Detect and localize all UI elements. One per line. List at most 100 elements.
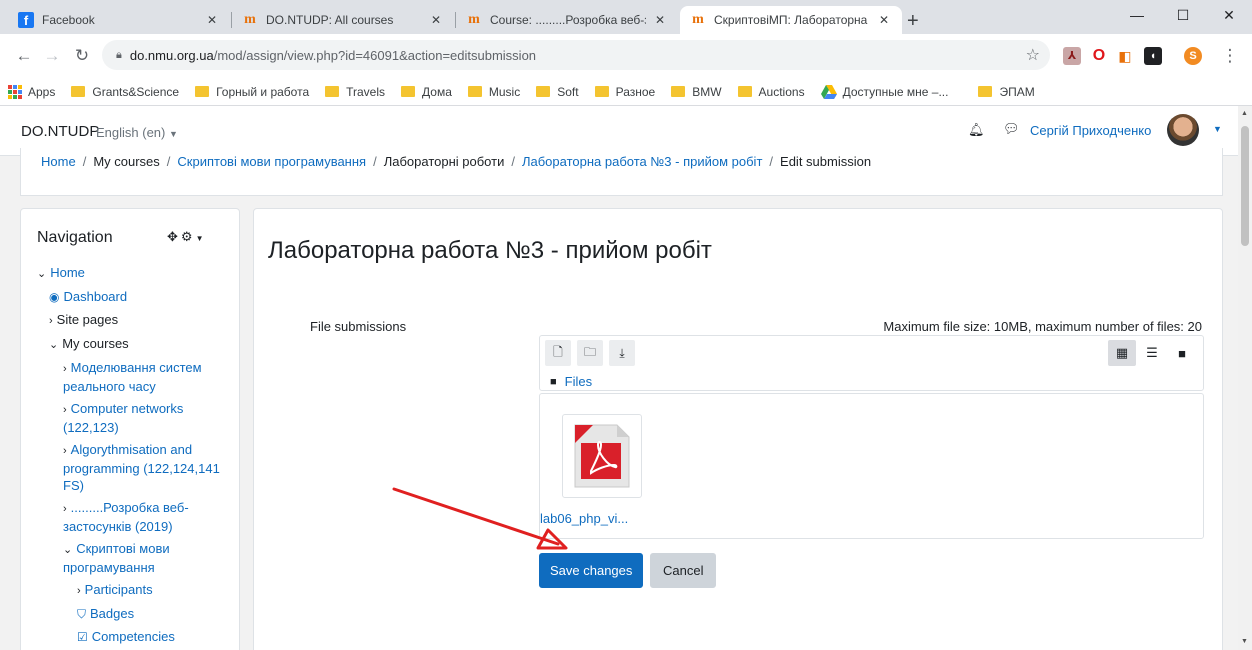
filemanager-toolbar: 🗋︎ 🗀︎ ⤓ ▦ ☰ ■ ■ Files	[539, 335, 1204, 391]
close-icon[interactable]: ✕	[652, 13, 668, 27]
scroll-down-icon[interactable]: ▼	[1241, 638, 1248, 645]
chat-icon[interactable]: 💬︎	[1003, 121, 1020, 137]
move-icon[interactable]: ✥	[167, 229, 181, 244]
facebook-icon: f	[18, 12, 34, 28]
nav-item-participants[interactable]: › Participants	[37, 581, 237, 600]
path-files-link[interactable]: Files	[565, 374, 592, 389]
url-path: /mod/assign/view.php?id=46091&action=edi…	[213, 47, 537, 63]
address-bar[interactable]: 🔒︎ do.nmu.org.ua/mod/assign/view.php?id=…	[102, 40, 1050, 70]
view-icons-icon[interactable]: ▦	[1108, 340, 1136, 366]
chevron-right-icon: ›	[63, 503, 67, 515]
tab-strip: f Facebook ✕ m DO.NTUDP: All courses ✕ m…	[0, 0, 1252, 34]
file-thumbnail[interactable]	[562, 414, 642, 498]
bookmark-label: Grants&Science	[92, 84, 180, 99]
bookmark-folder[interactable]: Разное	[594, 84, 656, 99]
block-controls[interactable]: ✥⚙▼	[167, 229, 206, 245]
page-scrollbar[interactable]: ▲ ▼	[1238, 106, 1252, 650]
bookmark-folder[interactable]: Travels	[325, 85, 385, 99]
bookmark-label: Доступные мне –...	[842, 84, 949, 99]
folder-icon	[71, 86, 86, 97]
gear-icon[interactable]: ⚙	[181, 229, 196, 244]
site-brand[interactable]: DO.NTUDP	[21, 123, 99, 140]
cancel-button[interactable]: Cancel	[650, 553, 717, 588]
bookmark-label: Разное	[615, 84, 656, 99]
chevron-down-icon[interactable]: ▼	[1213, 124, 1222, 134]
profile-icon[interactable]: S	[1184, 47, 1202, 65]
download-icon[interactable]: ⤓	[609, 340, 635, 366]
breadcrumb-course[interactable]: Скриптові мови програмування	[177, 154, 366, 169]
bookmark-label: Apps	[28, 84, 56, 99]
language-menu[interactable]: English (en) ▼	[96, 125, 178, 140]
bookmark-folder[interactable]: Дома	[401, 85, 452, 99]
view-list-icon[interactable]: ☰	[1138, 340, 1166, 366]
menu-icon[interactable]: ⋮	[1220, 46, 1240, 66]
create-folder-icon[interactable]: 🗀︎	[577, 340, 603, 366]
nav-item-my-courses[interactable]: ⌄ My courses	[37, 335, 237, 354]
star-icon[interactable]: ☆	[1026, 45, 1040, 65]
bookmark-label: ЭПАМ	[999, 84, 1035, 99]
bookmark-folder[interactable]: BMW	[671, 85, 722, 99]
nav-item-site-pages[interactable]: › Site pages	[37, 311, 237, 330]
bookmark-folder[interactable]: Soft	[536, 85, 579, 99]
close-icon[interactable]: ✕	[428, 13, 444, 27]
add-file-icon[interactable]: 🗋︎	[545, 340, 571, 366]
nav-item-course[interactable]: › .........Розробка веб-застосунків (2019…	[37, 499, 237, 535]
close-icon[interactable]: ✕	[204, 13, 220, 27]
user-menu-name[interactable]: Сергій Приходченко	[1030, 123, 1151, 138]
scroll-thumb[interactable]	[1241, 126, 1249, 246]
filemanager-path: ■ Files	[550, 374, 592, 389]
tab-course-web[interactable]: m Course: .........Розробка веб-застос ✕	[456, 6, 678, 34]
bookmark-folder[interactable]: Горный и работа	[195, 85, 309, 99]
filemanager-area[interactable]: lab06_php_vi...	[539, 393, 1204, 539]
shield-icon: ⛉	[77, 607, 87, 621]
tab-all-courses[interactable]: m DO.NTUDP: All courses ✕	[232, 6, 454, 34]
reload-icon[interactable]: ↻	[72, 46, 92, 66]
tab-active-assignment[interactable]: m СкриптовіМП: Лабораторна раб ✕	[680, 6, 902, 34]
bookmark-apps[interactable]: Apps	[8, 84, 56, 99]
moodle-page: DO.NTUDP English (en) ▼ 🔔︎ 💬︎ Сергій При…	[0, 106, 1238, 650]
save-changes-button[interactable]: Save changes	[539, 553, 644, 588]
view-tree-icon[interactable]: ■	[1168, 340, 1196, 366]
lock-icon[interactable]: 🔒︎	[116, 49, 122, 62]
breadcrumb-assignment[interactable]: Лабораторна работа №3 - прийом робіт	[522, 154, 762, 169]
nav-item-home[interactable]: ⌄ Home	[37, 264, 237, 283]
breadcrumb-home[interactable]: Home	[41, 154, 76, 169]
folder-icon	[737, 86, 752, 97]
opera-icon[interactable]: O	[1090, 47, 1108, 65]
back-icon[interactable]: ←	[14, 46, 34, 66]
scroll-up-icon[interactable]: ▲	[1241, 110, 1248, 117]
bookmark-folder[interactable]: Grants&Science	[71, 85, 179, 99]
tab-title: DO.NTUDP: All courses	[266, 13, 394, 27]
bookmark-folder[interactable]: Auctions	[737, 85, 805, 99]
bell-icon[interactable]: 🔔︎	[968, 122, 985, 138]
chevron-down-icon: ⌄	[63, 544, 73, 556]
pdf-extension-icon[interactable]: ⅄	[1063, 47, 1081, 65]
extension-icon[interactable]: ◧	[1116, 47, 1134, 65]
bookmark-folder[interactable]: ЭПАМ	[978, 84, 1035, 99]
nav-item-badges[interactable]: ⛉ Badges	[37, 605, 237, 623]
forward-icon[interactable]: →	[42, 46, 62, 66]
tab-title: СкриптовіМП: Лабораторна раб	[714, 13, 870, 27]
nav-item-dashboard[interactable]: ◉ Dashboard	[37, 288, 237, 306]
bookmark-drive[interactable]: Доступные мне –...	[820, 84, 949, 99]
chevron-right-icon: ›	[63, 404, 67, 416]
bookmark-folder[interactable]: Music	[467, 85, 520, 99]
close-window-button[interactable]: ✕	[1206, 0, 1252, 30]
nav-item-course[interactable]: › Algorythmisation and programming (122,1…	[37, 441, 237, 494]
minimize-button[interactable]: —	[1114, 0, 1160, 30]
nav-item-course[interactable]: › Моделювання систем реального часу	[37, 359, 237, 395]
nav-item-competencies[interactable]: ☑ Competencies	[37, 628, 237, 646]
new-tab-button[interactable]: +	[907, 11, 919, 31]
close-icon[interactable]: ✕	[876, 13, 892, 27]
block-title: Navigation	[37, 229, 113, 246]
nav-item-course[interactable]: › Computer networks (122,123)	[37, 400, 237, 436]
tab-facebook[interactable]: f Facebook ✕	[8, 6, 230, 34]
tab-title: Course: .........Розробка веб-застос	[490, 13, 646, 27]
avatar[interactable]	[1167, 114, 1199, 146]
folder-icon: ■	[550, 375, 557, 388]
nav-item-current-course[interactable]: ⌄ Скриптові мови програмування	[37, 540, 237, 576]
chevron-down-icon[interactable]: ▼	[196, 234, 207, 243]
browser-toolbar: ← → ↻ 🔒︎ do.nmu.org.ua/mod/assign/view.p…	[0, 34, 1252, 78]
extension-icon[interactable]: ◖	[1144, 47, 1162, 65]
maximize-button[interactable]: ☐	[1160, 0, 1206, 30]
